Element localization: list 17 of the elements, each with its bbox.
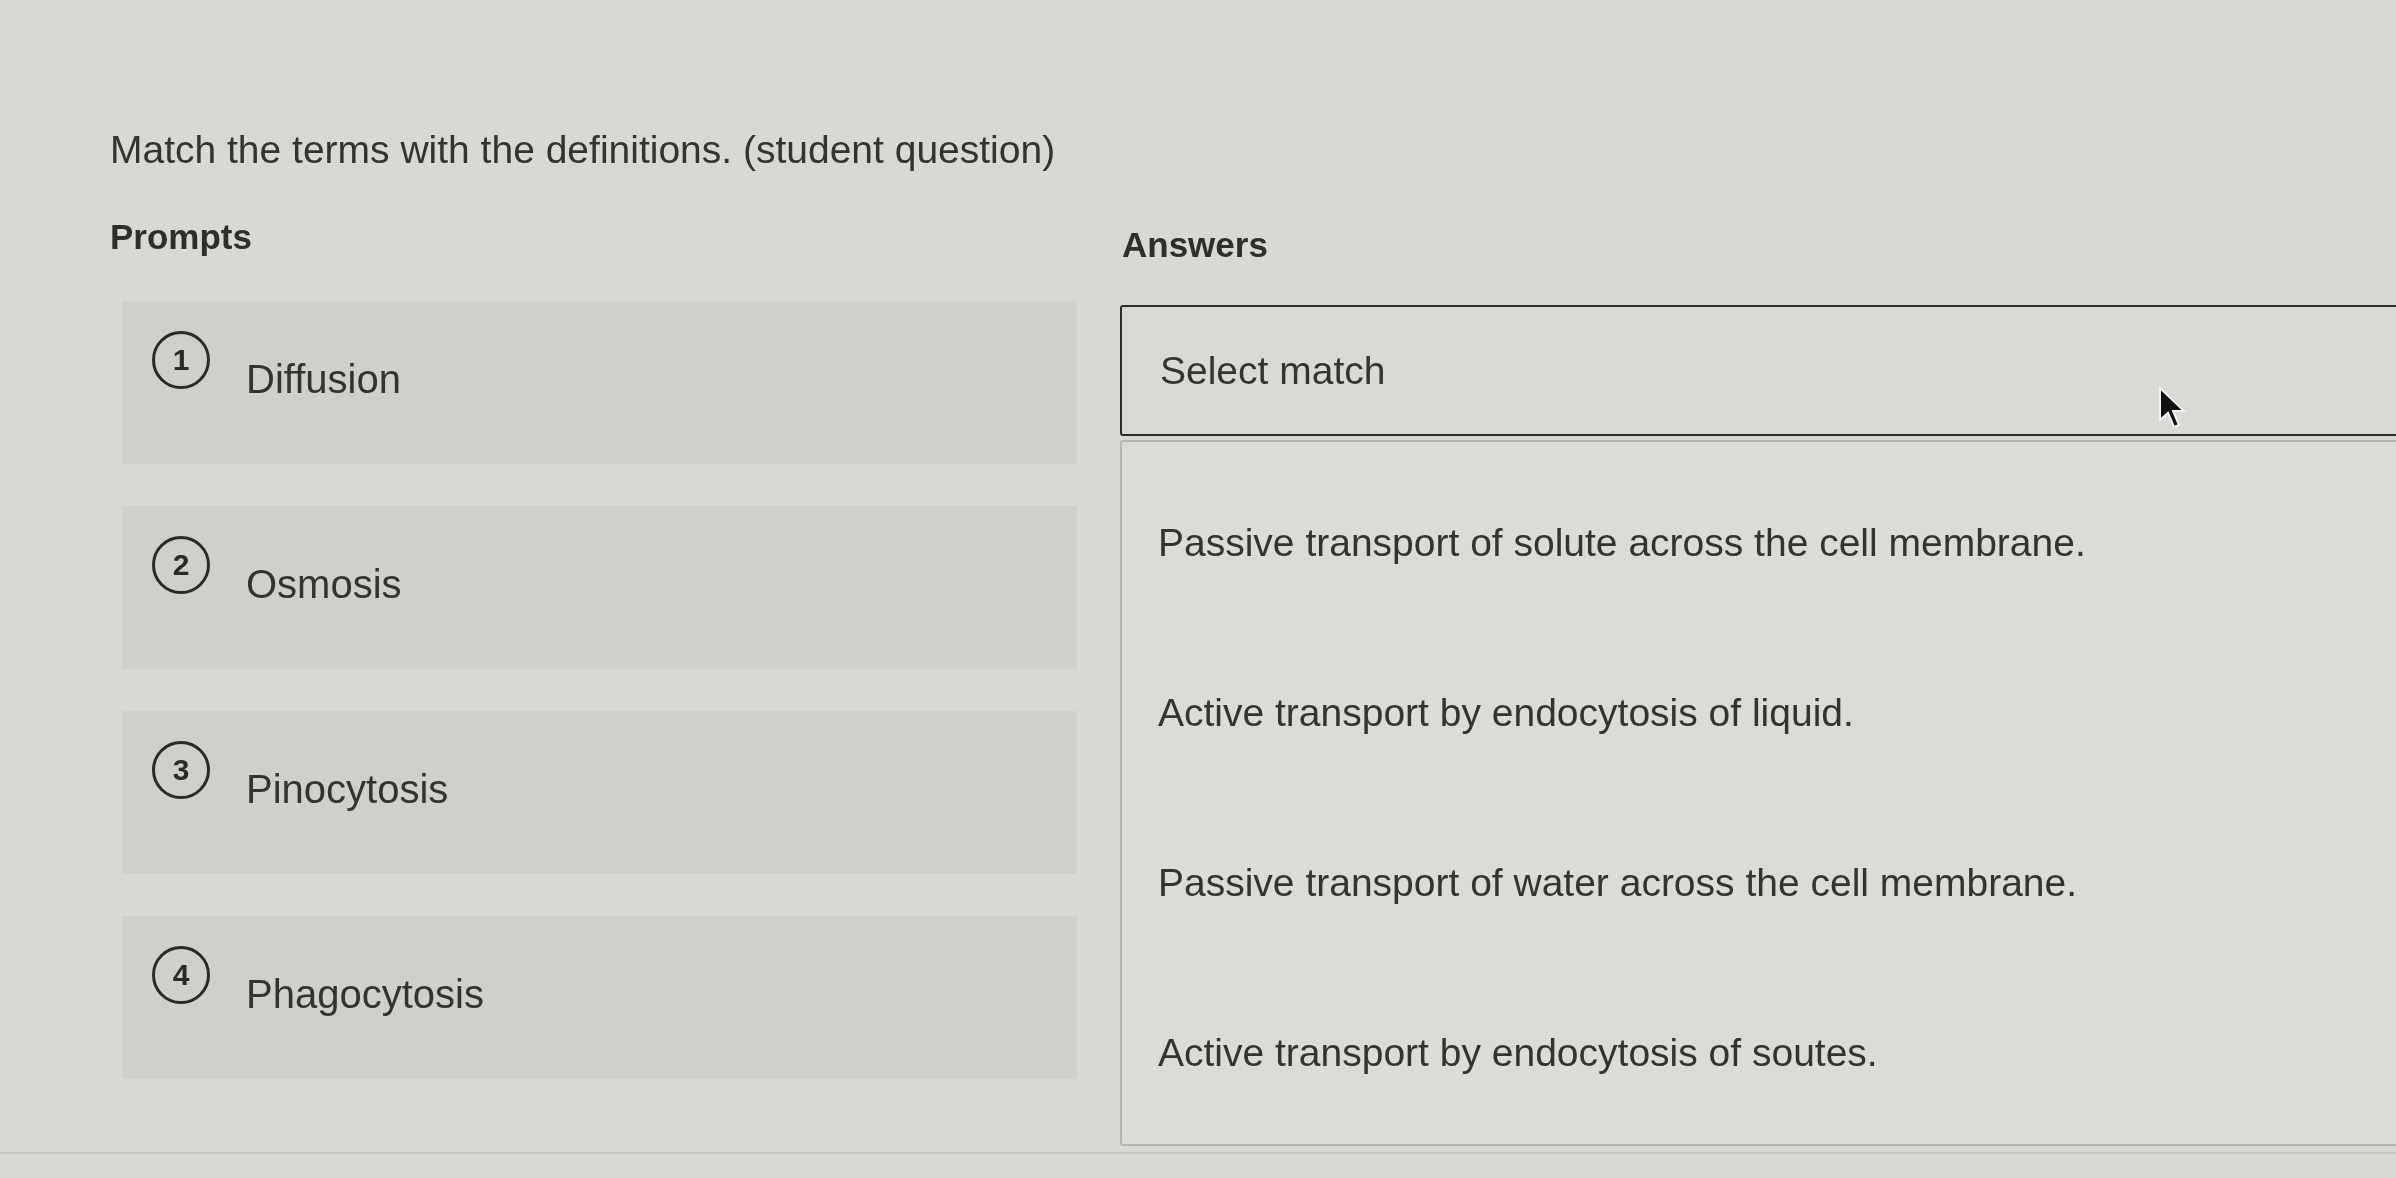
prompt-term: Pinocytosis [246,766,449,812]
answer-option[interactable]: Passive transport of solute across the cell membrane. [1122,458,2396,628]
cursor-icon [2158,386,2188,430]
answer-option[interactable]: Active transport by endocytosis of liquid. [1122,628,2396,798]
prompt-number: 1 [152,331,210,389]
answer-option[interactable]: Active transport by endocytosis of soutes. [1122,968,2396,1138]
prompts-heading: Prompts [110,216,252,258]
prompt-term: Diffusion [246,356,401,402]
prompt-term: Phagocytosis [246,971,484,1017]
answers-heading: Answers [1122,224,1268,266]
question-instructions: Match the terms with the definitions. (student question) [110,127,1056,173]
prompt-number: 4 [152,946,210,1004]
prompt-number: 3 [152,741,210,799]
prompt-number: 2 [152,536,210,594]
answer-option[interactable]: Passive transport of water across the cell membrane. [1122,798,2396,968]
match-select[interactable]: Select match [1120,305,2396,436]
prompt-term: Osmosis [246,561,402,607]
